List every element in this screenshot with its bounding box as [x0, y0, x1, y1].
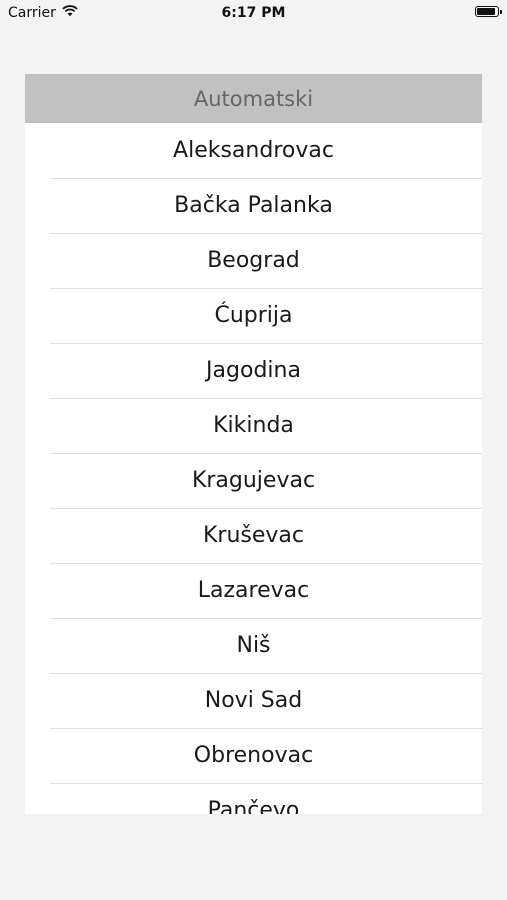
city-item[interactable]: Lazarevac: [25, 563, 482, 618]
picker-header[interactable]: Automatski: [25, 74, 482, 123]
city-item[interactable]: Kruševac: [25, 508, 482, 563]
city-item[interactable]: Beograd: [25, 233, 482, 288]
city-item[interactable]: Pančevo: [25, 783, 482, 814]
city-item[interactable]: Novi Sad: [25, 673, 482, 728]
city-item[interactable]: Ćuprija: [25, 288, 482, 343]
status-time: 6:17 PM: [221, 5, 286, 21]
city-item[interactable]: Bačka Palanka: [25, 178, 482, 233]
city-list: Aleksandrovac Bačka Palanka Beograd Ćuprija…: [25, 123, 482, 814]
city-item[interactable]: Aleksandrovac: [25, 123, 482, 178]
status-right: [475, 6, 502, 17]
city-picker[interactable]: Automatski Aleksandrovac Bačka Palanka Beo…: [25, 74, 482, 814]
city-item[interactable]: Kikinda: [25, 398, 482, 453]
city-item[interactable]: Kragujevac: [25, 453, 482, 508]
city-item[interactable]: Obrenovac: [25, 728, 482, 783]
city-item[interactable]: Jagodina: [25, 343, 482, 398]
battery-level: [477, 8, 495, 15]
city-item[interactable]: Niš: [25, 618, 482, 673]
status-bar: Carrier 6:17 PM: [0, 0, 507, 28]
battery-icon: [475, 6, 502, 17]
